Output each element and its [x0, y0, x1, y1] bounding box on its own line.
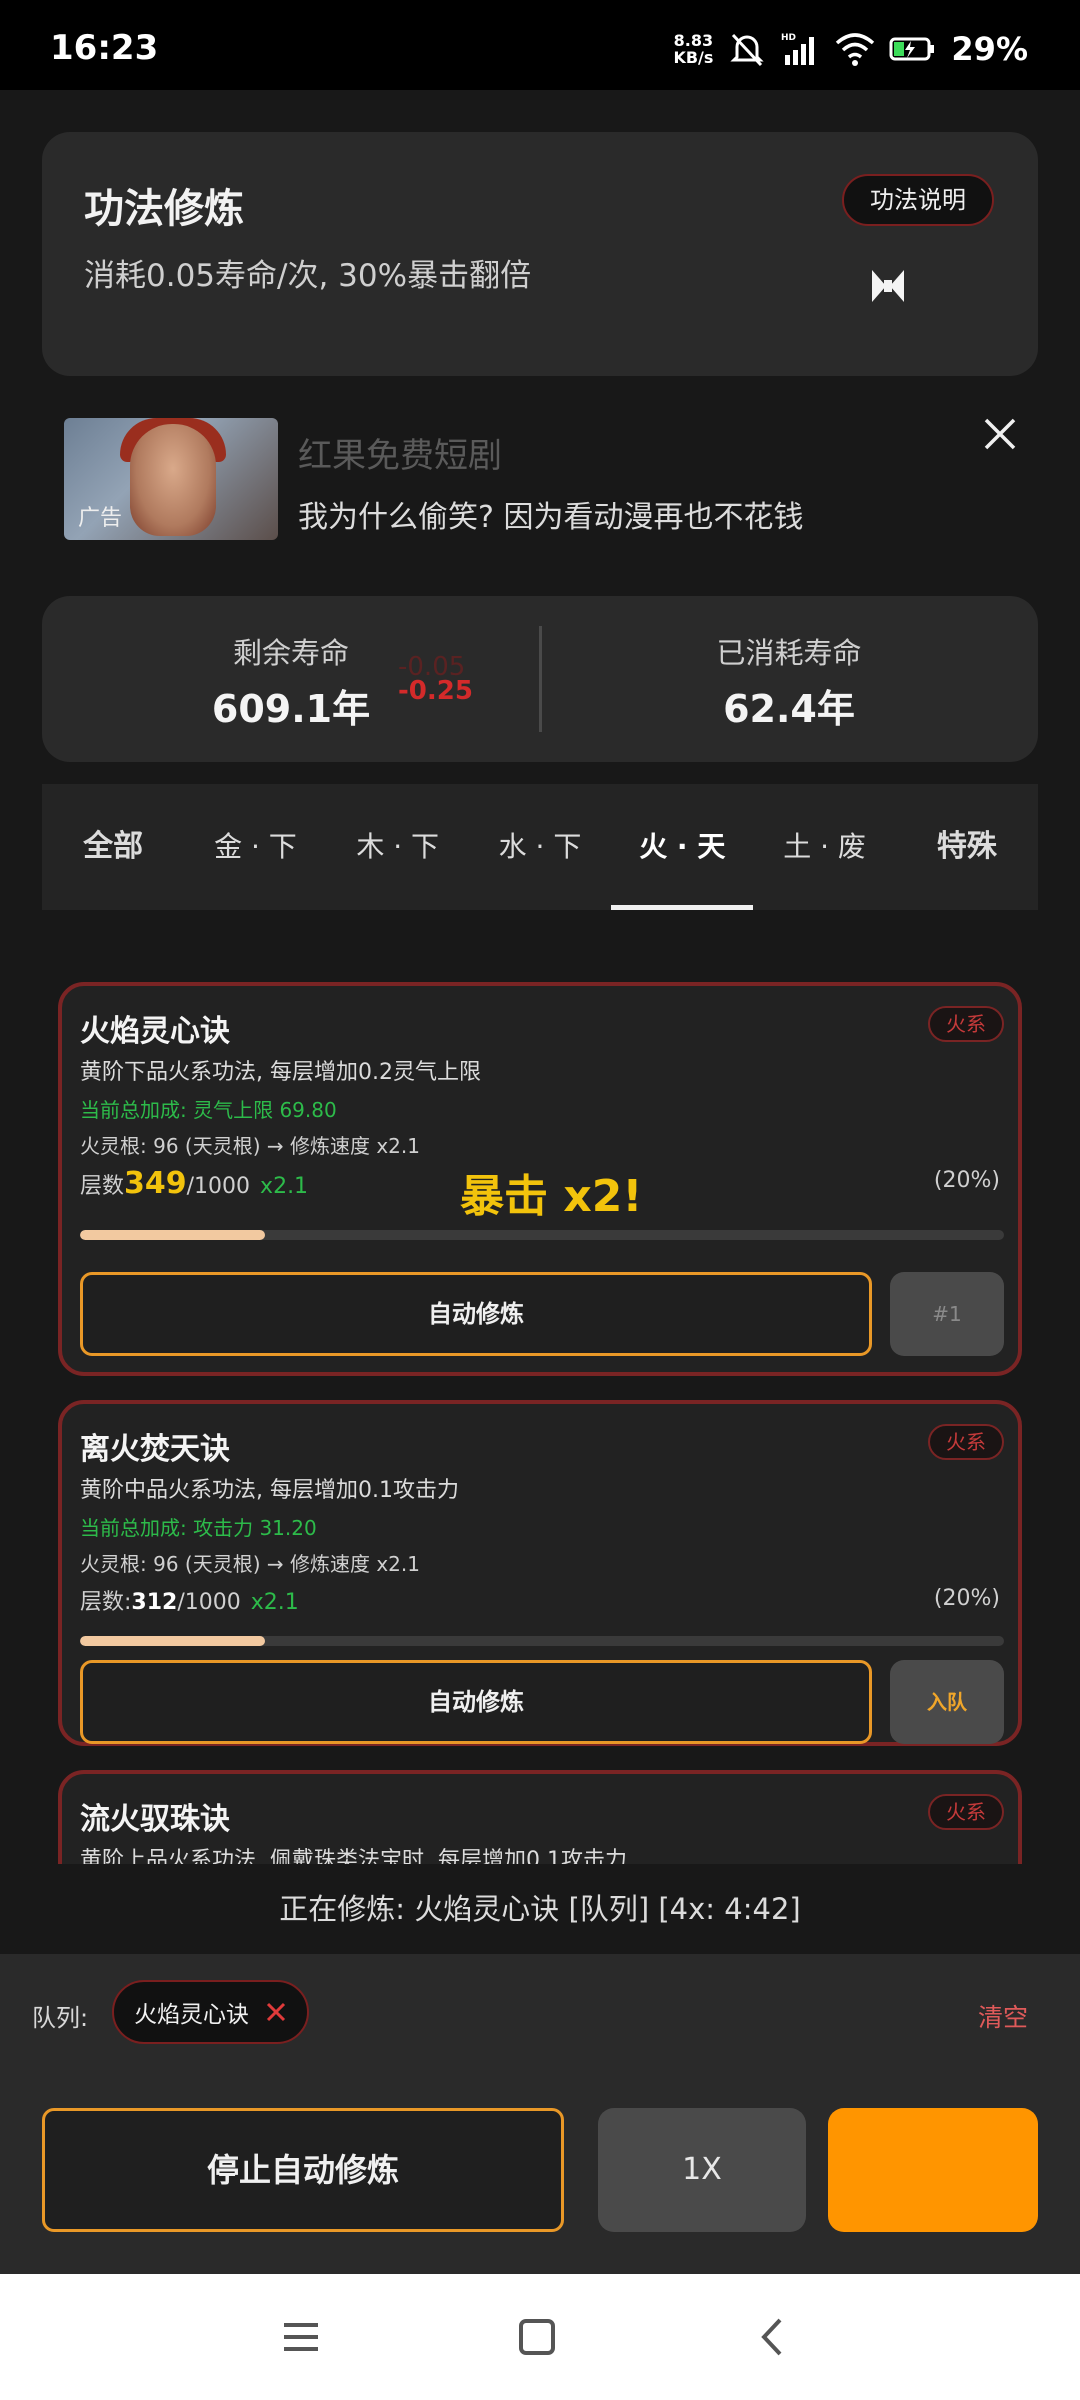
- network-speed: 8.83 KB/s: [673, 32, 713, 66]
- battery-charging-icon: [889, 37, 935, 61]
- menu-icon[interactable]: [278, 2314, 324, 2360]
- train-button[interactable]: [828, 2108, 1038, 2232]
- spirit-root-info: 火灵根: 96 (天灵根) → 修炼速度 x2.1: [80, 1552, 420, 1576]
- ad-text[interactable]: 我为什么偷笑? 因为看动漫再也不花钱: [298, 492, 803, 536]
- wifi-icon: [836, 33, 875, 66]
- battery-percent: 29%: [951, 30, 1028, 68]
- element-badge: 火系: [928, 1424, 1004, 1460]
- progress-percent: (20%): [933, 1168, 1000, 1193]
- element-badge: 火系: [928, 1794, 1004, 1830]
- remaining-life-label: 剩余寿命: [232, 636, 349, 670]
- technique-bonus: 当前总加成: 攻击力 31.20: [80, 1516, 317, 1540]
- layer-value: 312: [131, 1590, 178, 1615]
- progress-fill: [80, 1636, 265, 1646]
- queue-item-label: 火焰灵心诀: [134, 2002, 249, 2028]
- spirit-root-info: 火灵根: 96 (天灵根) → 修炼速度 x2.1: [80, 1134, 420, 1158]
- technique-description: 黄阶上品火系功法, 佩戴珠类法宝时, 每层增加0.1攻击力: [80, 1848, 627, 1864]
- join-queue-button[interactable]: 入队: [890, 1660, 1004, 1744]
- bell-muted-icon: [730, 33, 765, 67]
- ad-title[interactable]: 红果免费短剧: [298, 428, 502, 477]
- technique-title: 流火驭珠诀: [80, 1802, 230, 1837]
- status-icons: 8.83 KB/s HD 29%: [673, 30, 1028, 68]
- close-icon[interactable]: [980, 414, 1020, 454]
- clear-queue-button[interactable]: 清空: [978, 1998, 1028, 2034]
- network-speed-unit: KB/s: [673, 48, 714, 67]
- consumed-life-label: 已消耗寿命: [716, 636, 862, 670]
- home-icon[interactable]: [514, 2314, 560, 2360]
- bowtie-logo-icon: [872, 270, 904, 302]
- header-card: 功法修炼 消耗0.05寿命/次, 30%暴击翻倍 功法说明: [42, 132, 1038, 376]
- layer-label: 层数: [80, 1174, 125, 1199]
- consumed-life-value: 62.4年: [723, 687, 855, 731]
- progress-percent: (20%): [933, 1586, 1000, 1611]
- tab-earth[interactable]: 土 · 废: [753, 784, 895, 910]
- layer-max: /1000: [186, 1174, 251, 1199]
- control-panel: 队列: 火焰灵心诀 清空 停止自动修炼 1X: [0, 1954, 1080, 2274]
- page-title: 功法修炼: [84, 186, 244, 232]
- life-delta: -0.25: [398, 676, 473, 706]
- ad-tag: 广告: [78, 506, 123, 531]
- layer-count: 层数349/1000 x2.1: [80, 1166, 308, 1201]
- layer-max: /1000: [177, 1590, 241, 1615]
- queue-position-button[interactable]: #1: [890, 1272, 1004, 1356]
- technique-description: 黄阶下品火系功法, 每层增加0.2灵气上限: [80, 1060, 481, 1085]
- consumed-life: 已消耗寿命 62.4年: [540, 596, 1038, 762]
- ad-thumbnail[interactable]: 广告: [64, 418, 278, 540]
- lifespan-card: 剩余寿命 609.1年 -0.05 -0.25 已消耗寿命 62.4年: [42, 596, 1038, 762]
- technique-card: 离火焚天诀 火系 黄阶中品火系功法, 每层增加0.1攻击力 当前总加成: 攻击力…: [58, 1400, 1022, 1746]
- queue-label: 队列:: [32, 2004, 89, 2032]
- technique-description: 黄阶中品火系功法, 每层增加0.1攻击力: [80, 1478, 459, 1503]
- critical-hit-text: 暴击 x2!: [460, 1171, 643, 1222]
- tab-water[interactable]: 水 · 下: [469, 784, 611, 910]
- queue-item-chip[interactable]: 火焰灵心诀: [112, 1980, 309, 2044]
- technique-list[interactable]: 火焰灵心诀 火系 黄阶下品火系功法, 每层增加0.2灵气上限 当前总加成: 灵气…: [0, 910, 1080, 1864]
- tab-fire[interactable]: 火 · 天: [611, 784, 754, 910]
- element-tabs: 全部 金 · 下 木 · 下 水 · 下 火 · 天 土 · 废 特殊: [42, 784, 1038, 910]
- progress-bar: [80, 1636, 1004, 1646]
- element-badge: 火系: [928, 1006, 1004, 1042]
- layer-label: 层数:: [80, 1590, 132, 1615]
- signal-icon: HD: [781, 33, 815, 65]
- technique-title: 离火焚天诀: [80, 1432, 230, 1467]
- network-speed-value: 8.83: [673, 31, 714, 50]
- speed-multiplier: x2.1: [250, 1590, 299, 1615]
- technique-title: 火焰灵心诀: [80, 1014, 230, 1049]
- remove-icon[interactable]: [265, 2001, 287, 2023]
- ad-character-face: [130, 424, 216, 536]
- system-nav-bar: [0, 2274, 1080, 2400]
- speed-button[interactable]: 1X: [598, 2108, 806, 2232]
- svg-text:HD: HD: [781, 33, 796, 43]
- layer-value: 349: [124, 1166, 187, 1201]
- technique-card: 流火驭珠诀 火系 黄阶上品火系功法, 佩戴珠类法宝时, 每层增加0.1攻击力: [58, 1770, 1022, 1864]
- tab-all[interactable]: 全部: [42, 784, 184, 910]
- progress-bar: [80, 1230, 1004, 1240]
- speed-multiplier: x2.1: [260, 1174, 309, 1199]
- auto-train-button[interactable]: 自动修炼: [80, 1660, 872, 1744]
- help-button[interactable]: 功法说明: [842, 174, 994, 226]
- back-icon[interactable]: [750, 2314, 796, 2360]
- status-bar: 16:23 8.83 KB/s HD 29%: [0, 0, 1080, 90]
- tab-metal[interactable]: 金 · 下: [184, 784, 326, 910]
- status-time: 16:23: [50, 28, 159, 68]
- stop-auto-train-button[interactable]: 停止自动修炼: [42, 2108, 564, 2232]
- tab-special[interactable]: 特殊: [896, 784, 1038, 910]
- current-training-status: 正在修炼: 火焰灵心诀 [队列] [4x: 4:42]: [0, 1864, 1080, 1954]
- progress-fill: [80, 1230, 265, 1240]
- auto-train-button[interactable]: 自动修炼: [80, 1272, 872, 1356]
- layer-count: 层数:312/1000 x2.1: [80, 1584, 299, 1616]
- tab-wood[interactable]: 木 · 下: [327, 784, 469, 910]
- page-subtitle: 消耗0.05寿命/次, 30%暴击翻倍: [84, 258, 532, 294]
- technique-bonus: 当前总加成: 灵气上限 69.80: [80, 1098, 337, 1122]
- technique-card: 火焰灵心诀 火系 黄阶下品火系功法, 每层增加0.2灵气上限 当前总加成: 灵气…: [58, 982, 1022, 1376]
